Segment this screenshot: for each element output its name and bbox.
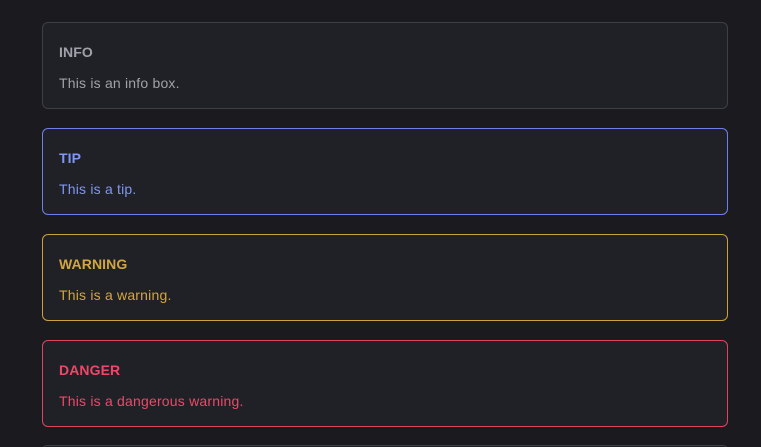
callout-list: INFO This is an info box. TIP This is a … [0, 0, 761, 447]
danger-callout-text: This is a dangerous warning. [59, 393, 244, 409]
tip-callout: TIP This is a tip. [42, 128, 728, 215]
tip-callout-title: TIP [59, 150, 82, 166]
warning-callout: WARNING This is a warning. [42, 234, 728, 321]
warning-callout-text: This is a warning. [59, 287, 172, 303]
info-callout-text: This is an info box. [59, 75, 180, 91]
warning-callout-title: WARNING [59, 256, 128, 272]
info-callout-title: INFO [59, 44, 93, 60]
danger-callout-title: DANGER [59, 362, 121, 378]
danger-callout: DANGER This is a dangerous warning. [42, 340, 728, 427]
info-callout: INFO This is an info box. [42, 22, 728, 109]
tip-callout-text: This is a tip. [59, 181, 137, 197]
